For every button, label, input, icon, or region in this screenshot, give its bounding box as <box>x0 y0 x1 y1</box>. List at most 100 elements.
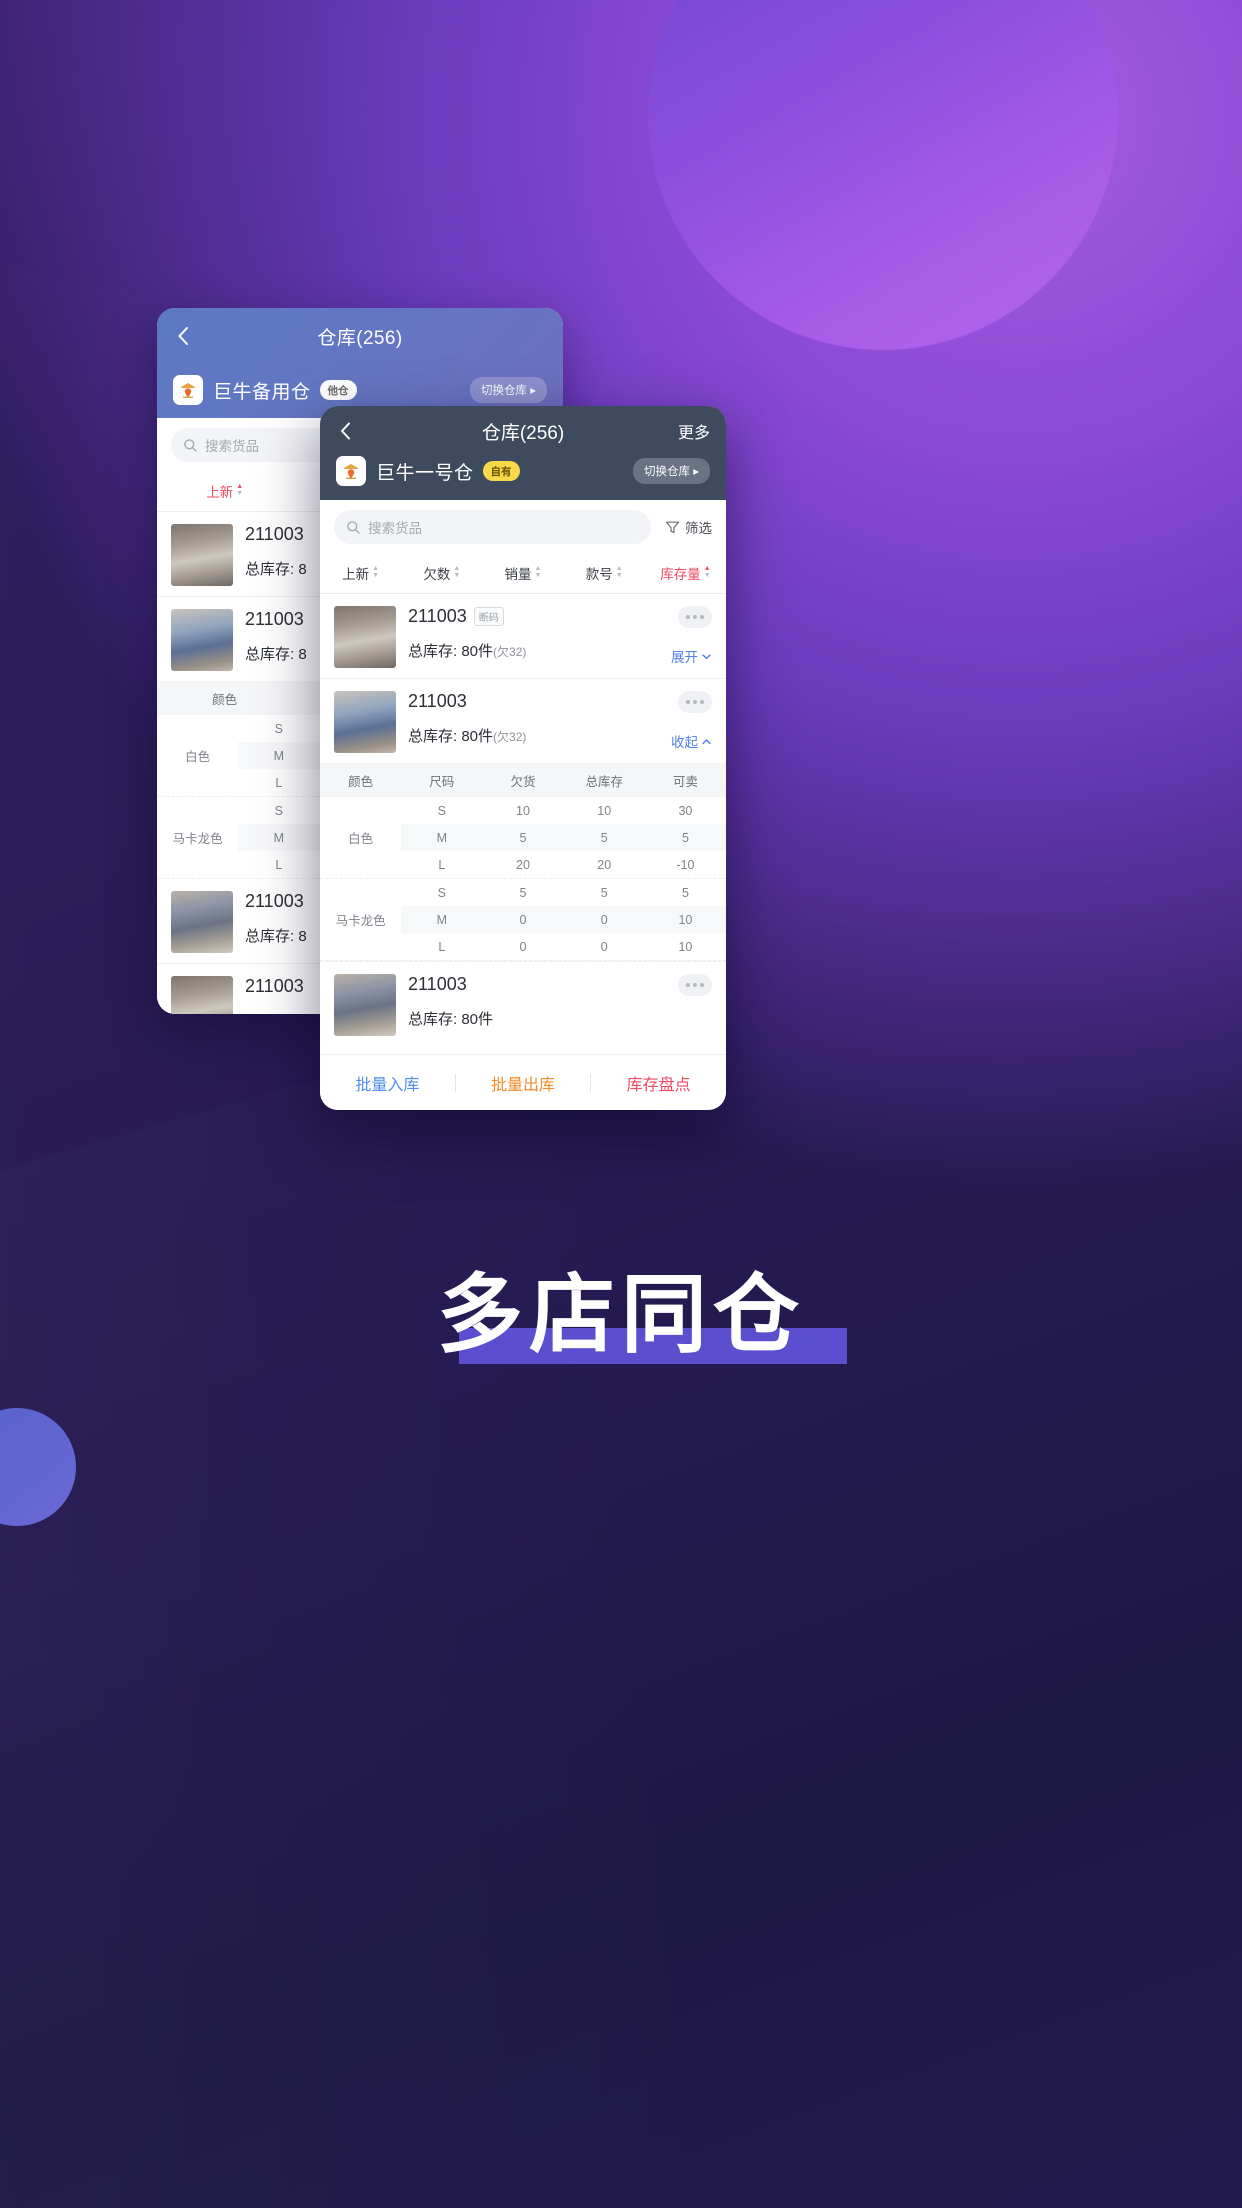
front-card-product-row-1[interactable]: 211003 总库存: 80件(欠32) 收起 <box>320 678 726 763</box>
product-code-wrap: 211003 <box>408 974 678 995</box>
sort-tab-label: 上新 <box>342 566 370 582</box>
variant-group-white: 白色 S 10 10 30 M 5 5 5 L 20 20 -10 <box>320 797 726 879</box>
decorative-circle-top <box>648 0 1118 350</box>
variant-header-size: 尺码 <box>429 774 455 789</box>
front-card-sort-tab-0[interactable]: 上新 ▲ ▼ <box>320 563 401 583</box>
sort-arrows-icon: ▲▼ <box>453 565 461 579</box>
variant-stock: 20 <box>597 857 612 872</box>
collapse-label: 收起 <box>671 735 698 750</box>
variant-header-color: 颜色 <box>212 692 238 707</box>
sort-tab-label: 上新 <box>206 484 234 500</box>
front-card-navbar: 仓库(256) 更多 <box>320 406 726 456</box>
front-card-sort-tab-3[interactable]: 款号 ▲ ▼ <box>564 563 645 583</box>
variant-sellable: 5 <box>681 830 689 845</box>
front-card-sort-tab-4[interactable]: 库存量 ▲ ▼ <box>645 563 726 583</box>
back-card-warehouse-badge: 他仓 <box>319 380 357 400</box>
product-thumbnail <box>171 524 233 586</box>
front-card-sort-tabs: 上新 ▲ ▼ 欠数 ▲ ▼ 销量 ▲ ▼ 款号 ▲ ▼ 库存量 ▲ ▼ <box>320 552 726 594</box>
product-thumbnail <box>334 691 396 753</box>
search-icon <box>346 520 361 535</box>
front-card-title: 仓库(256) <box>481 422 565 444</box>
variant-color-cell: 马卡龙色 <box>335 914 386 928</box>
variant-row: S 10 10 30 <box>401 797 726 824</box>
warehouse-avatar-icon <box>336 456 366 486</box>
more-dots-icon[interactable] <box>678 691 712 713</box>
product-expand-toggle-0[interactable]: 展开 <box>671 646 712 666</box>
product-thumbnail <box>171 976 233 1014</box>
back-card-title: 仓库(256) <box>317 327 403 349</box>
batch-inbound-button[interactable]: 批量入库 <box>320 1071 455 1095</box>
chevron-left-icon[interactable] <box>171 323 197 349</box>
variant-sellable: 10 <box>678 939 693 954</box>
product-stock: 总库存: 80件(欠32) <box>408 725 678 746</box>
product-code: 211003 <box>408 974 467 994</box>
sort-tab-label: 销量 <box>504 566 532 582</box>
sort-arrows-icon: ▲▼ <box>534 565 542 579</box>
headline-section: 多店同仓 <box>0 1270 1242 1365</box>
front-card-search-input[interactable]: 搜索货品 <box>334 510 651 544</box>
variant-stock: 5 <box>600 885 608 900</box>
sort-arrows-icon: ▲▼ <box>703 565 711 579</box>
sort-arrows-icon: ▲▼ <box>615 565 623 579</box>
variant-group-macaron: 马卡龙色 S 5 5 5 M 0 0 10 L 0 0 10 <box>320 879 726 961</box>
back-card-sort-tab-0[interactable]: 上新 ▲ ▼ <box>157 481 292 501</box>
sort-tab-label: 款号 <box>585 566 613 582</box>
sort-arrows-icon: ▲▼ <box>372 565 380 579</box>
variant-color-cell: 马卡龙色 <box>172 832 223 846</box>
variant-size: M <box>436 912 448 927</box>
sort-tab-label: 库存量 <box>660 566 701 582</box>
more-dots-icon[interactable] <box>678 606 712 628</box>
front-card-product-row-2[interactable]: 211003 总库存: 80件 <box>320 961 726 1046</box>
warehouse-avatar-icon <box>173 375 203 405</box>
back-card-header: 仓库(256) 巨牛备用仓 他仓 切换仓库 ▸ <box>157 308 563 418</box>
product-owe: (欠32) <box>493 730 527 744</box>
back-card-switch-warehouse-button[interactable]: 切换仓库 ▸ <box>470 377 547 403</box>
variant-sellable: 30 <box>678 803 693 818</box>
front-card-product-row-0[interactable]: 211003 断码 总库存: 80件(欠32) 展开 <box>320 594 726 678</box>
variant-size: S <box>437 885 446 900</box>
variant-header-owe: 欠货 <box>510 774 536 789</box>
search-icon <box>183 438 198 453</box>
product-stock: 总库存: 80件(欠32) <box>408 640 678 661</box>
variant-owe: 0 <box>519 912 527 927</box>
variant-header-color: 颜色 <box>348 774 374 789</box>
variant-row: M 5 5 5 <box>401 824 726 851</box>
variant-table-header: 颜色 尺码 欠货 总库存 可卖 <box>320 763 726 797</box>
variant-row: S 5 5 5 <box>401 879 726 906</box>
variant-size: M <box>273 748 285 763</box>
filter-button[interactable]: 筛选 <box>665 517 712 537</box>
more-button[interactable]: 更多 <box>678 419 710 443</box>
back-card-warehouse-name: 巨牛备用仓 <box>213 381 311 403</box>
front-phone-card: 仓库(256) 更多 巨牛一号仓 自有 切换仓库 ▸ 搜索货品 筛选 上新 ▲ … <box>320 406 726 1110</box>
batch-outbound-button[interactable]: 批量出库 <box>456 1071 591 1095</box>
variant-size: S <box>274 803 283 818</box>
variant-color-cell: 白色 <box>348 832 374 846</box>
front-card-search-placeholder: 搜索货品 <box>368 521 422 536</box>
filter-icon <box>665 520 680 535</box>
chevron-left-icon[interactable] <box>334 419 358 443</box>
variant-row: M 0 0 10 <box>401 906 726 933</box>
front-card-sort-tab-2[interactable]: 销量 ▲ ▼ <box>482 563 563 583</box>
more-dots-icon[interactable] <box>678 974 712 996</box>
variant-owe: 0 <box>519 939 527 954</box>
front-card-sort-tab-1[interactable]: 欠数 ▲ ▼ <box>401 563 482 583</box>
sort-tab-label: 欠数 <box>423 566 451 582</box>
front-card-search-row: 搜索货品 筛选 <box>320 500 726 552</box>
product-stock-value: 总库存: 80件 <box>408 1011 494 1028</box>
front-card-warehouse-badge: 自有 <box>482 461 520 481</box>
variant-owe: 5 <box>519 830 527 845</box>
back-card-search-placeholder: 搜索货品 <box>205 439 259 454</box>
variant-size: M <box>273 830 285 845</box>
app-screenshot: 仓库(256) 巨牛备用仓 他仓 切换仓库 ▸ 搜索货品 上新 ▲ ▼ 2110… <box>0 0 1242 2208</box>
variant-size: L <box>275 857 283 872</box>
stock-count-button[interactable]: 库存盘点 <box>591 1071 726 1095</box>
variant-size: L <box>275 775 283 790</box>
product-collapse-toggle-1[interactable]: 收起 <box>671 731 712 751</box>
variant-size: S <box>274 721 283 736</box>
front-card-switch-warehouse-button[interactable]: 切换仓库 ▸ <box>633 458 710 484</box>
variant-stock: 0 <box>600 912 608 927</box>
product-thumbnail <box>171 891 233 953</box>
product-stock-value: 总库存: 80件 <box>408 728 494 745</box>
expand-label: 展开 <box>671 650 698 665</box>
variant-stock: 5 <box>600 830 608 845</box>
